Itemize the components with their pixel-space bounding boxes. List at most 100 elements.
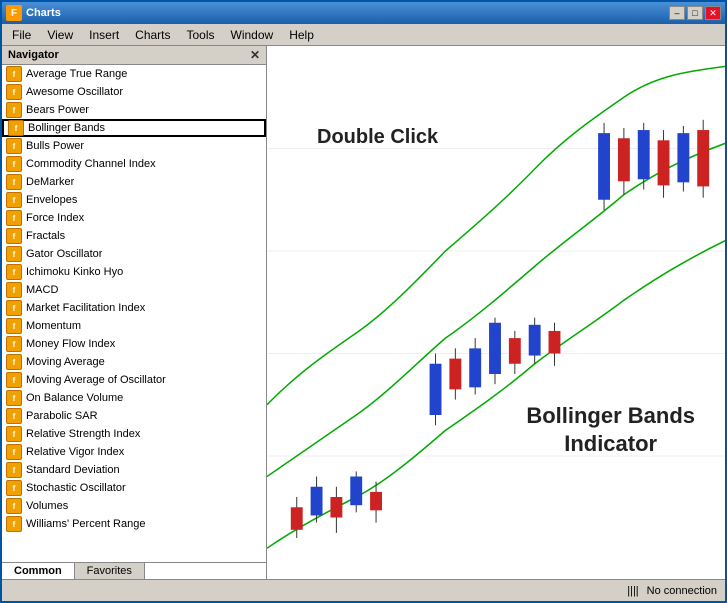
indicator-label: Moving Average of Oscillator	[26, 374, 166, 386]
indicator-label: DeMarker	[26, 176, 74, 188]
indicator-icon: f	[6, 192, 22, 208]
indicator-icon: f	[6, 408, 22, 424]
indicator-label: Stochastic Oscillator	[26, 482, 126, 494]
indicator-label: Average True Range	[26, 68, 127, 80]
indicator-icon: f	[6, 282, 22, 298]
indicator-icon: f	[6, 480, 22, 496]
nav-item[interactable]: f On Balance Volume	[2, 389, 266, 407]
nav-item[interactable]: f Ichimoku Kinko Hyo	[2, 263, 266, 281]
nav-item[interactable]: f Force Index	[2, 209, 266, 227]
indicator-label: On Balance Volume	[26, 392, 123, 404]
nav-item[interactable]: fGator Oscillator	[2, 245, 266, 263]
nav-item[interactable]: fCommodity Channel Index	[2, 155, 266, 173]
menu-bar: File View Insert Charts Tools Window Hel…	[2, 24, 725, 46]
menu-charts[interactable]: Charts	[127, 26, 178, 44]
indicator-label: Commodity Channel Index	[26, 158, 156, 170]
indicator-icon: f	[6, 390, 22, 406]
indicator-label: Moving Average	[26, 356, 105, 368]
nav-item[interactable]: f MACD	[2, 281, 266, 299]
nav-item[interactable]: fBears Power	[2, 101, 266, 119]
nav-item[interactable]: f Moving Average	[2, 353, 266, 371]
menu-window[interactable]: Window	[223, 26, 282, 44]
navigator-tabs: Common Favorites	[2, 562, 266, 579]
indicator-label: Williams' Percent Range	[26, 518, 145, 530]
main-window: F Charts – □ ✕ File View Insert Charts T…	[0, 0, 727, 603]
indicator-icon: f	[6, 246, 22, 262]
indicator-icon: f	[6, 462, 22, 478]
nav-item[interactable]: f Relative Vigor Index	[2, 443, 266, 461]
chart-background: Double Click Bollinger BandsIndicator	[267, 46, 725, 579]
indicator-label: Standard Deviation	[26, 464, 120, 476]
nav-item[interactable]: f Awesome Oscillator	[2, 83, 266, 101]
nav-item[interactable]: f Standard Deviation	[2, 461, 266, 479]
indicator-icon: f	[6, 372, 22, 388]
indicator-icon: f	[6, 354, 22, 370]
title-text: Charts	[26, 7, 61, 19]
navigator-list[interactable]: fAverage True RangefAwesome OscillatorfB…	[2, 65, 266, 562]
nav-item[interactable]: f Bollinger Bands	[2, 119, 266, 137]
nav-item[interactable]: f DeMarker	[2, 173, 266, 191]
nav-item[interactable]: f Bulls Power	[2, 137, 266, 155]
indicator-label: Relative Vigor Index	[26, 446, 124, 458]
indicator-icon: f	[6, 174, 22, 190]
menu-insert[interactable]: Insert	[81, 26, 127, 44]
indicator-icon: f	[6, 318, 22, 334]
nav-item[interactable]: f Stochastic Oscillator	[2, 479, 266, 497]
tab-common[interactable]: Common	[2, 563, 75, 579]
nav-item[interactable]: f Williams' Percent Range	[2, 515, 266, 533]
nav-item[interactable]: fRelative Strength Index	[2, 425, 266, 443]
nav-item[interactable]: fMomentum	[2, 317, 266, 335]
indicator-icon: f	[6, 444, 22, 460]
indicator-label: Money Flow Index	[26, 338, 115, 350]
status-bar: |||| No connection	[2, 579, 725, 601]
connection-status: No connection	[647, 585, 717, 597]
navigator-title: Navigator	[8, 49, 59, 61]
indicator-icon: f	[6, 138, 22, 154]
indicator-label: MACD	[26, 284, 58, 296]
main-area: Navigator ✕ f Average True Range f Awesome …	[2, 46, 725, 579]
navigator-panel: Navigator ✕ f Average True Range f Awesome …	[2, 46, 267, 579]
app-icon: F	[6, 5, 22, 21]
nav-item[interactable]: fVolumes	[2, 497, 266, 515]
indicator-icon: f	[6, 210, 22, 226]
indicator-icon: f	[6, 264, 22, 280]
tab-favorites[interactable]: Favorites	[75, 563, 145, 579]
indicator-icon: f	[6, 102, 22, 118]
navigator-header: Navigator ✕	[2, 46, 266, 65]
indicator-icon: f	[6, 300, 22, 316]
indicator-label: Force Index	[26, 212, 84, 224]
menu-tools[interactable]: Tools	[179, 26, 223, 44]
nav-item[interactable]: fMoney Flow Index	[2, 335, 266, 353]
nav-item[interactable]: f Moving Average of Oscillator	[2, 371, 266, 389]
menu-file[interactable]: File	[4, 26, 39, 44]
menu-help[interactable]: Help	[281, 26, 322, 44]
indicator-label: Bollinger Bands	[28, 122, 105, 134]
indicator-icon: f	[6, 498, 22, 514]
indicator-icon: f	[6, 516, 22, 532]
close-button[interactable]: ✕	[705, 6, 721, 20]
nav-item[interactable]: f Average True Range	[2, 65, 266, 83]
title-bar-left: F Charts	[6, 5, 61, 21]
nav-item[interactable]: f Parabolic SAR	[2, 407, 266, 425]
indicator-label: Ichimoku Kinko Hyo	[26, 266, 123, 278]
chart-area: Double Click Bollinger BandsIndicator	[267, 46, 725, 579]
menu-view[interactable]: View	[39, 26, 81, 44]
indicator-icon: f	[6, 228, 22, 244]
indicator-label: Relative Strength Index	[26, 428, 140, 440]
indicator-label: Parabolic SAR	[26, 410, 98, 422]
nav-item[interactable]: fMarket Facilitation Index	[2, 299, 266, 317]
indicator-label: Bulls Power	[26, 140, 84, 152]
indicator-icon: f	[8, 120, 24, 136]
indicator-icon: f	[6, 84, 22, 100]
maximize-button[interactable]: □	[687, 6, 703, 20]
nav-item[interactable]: f Fractals	[2, 227, 266, 245]
minimize-button[interactable]: –	[669, 6, 685, 20]
bollinger-bands-label: Bollinger BandsIndicator	[526, 402, 695, 459]
double-click-label: Double Click	[317, 126, 438, 149]
indicator-icon: f	[6, 66, 22, 82]
nav-item[interactable]: fEnvelopes	[2, 191, 266, 209]
navigator-close-button[interactable]: ✕	[250, 48, 260, 62]
indicator-label: Awesome Oscillator	[26, 86, 123, 98]
title-buttons: – □ ✕	[669, 6, 721, 20]
indicator-label: Fractals	[26, 230, 65, 242]
